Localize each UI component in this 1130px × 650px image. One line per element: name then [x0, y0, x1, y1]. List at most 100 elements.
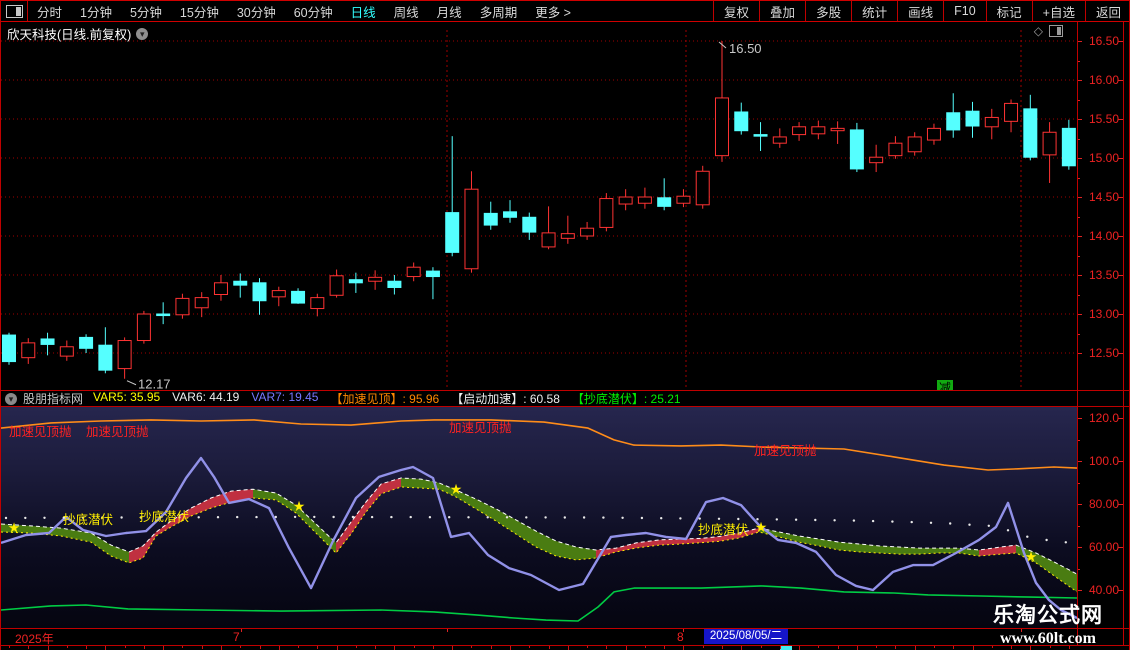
- svg-text:减: 减: [939, 381, 951, 390]
- svg-text:加速见顶抛: 加速见顶抛: [9, 424, 72, 439]
- pane-separator: [1, 406, 1130, 407]
- symbol-title: 欣天科技(日线.前复权): [7, 24, 131, 43]
- sliver-tick: [144, 646, 145, 649]
- sliver-tick: [182, 646, 183, 648]
- period-menu-item[interactable]: 30分钟: [228, 2, 285, 21]
- sliver-tick: [298, 646, 299, 648]
- candlestick-chart-pane[interactable]: 16.50 12.17 减 欣天科技(日线.前复权) ▾ ◇: [1, 22, 1077, 390]
- sliver-tick: [664, 646, 665, 649]
- period-menu-item[interactable]: 多周期: [471, 2, 527, 21]
- toolbar-action-button[interactable]: 标记: [986, 1, 1032, 21]
- month-label-august: 8: [677, 630, 684, 644]
- toolbar-action-button[interactable]: 画线: [897, 1, 943, 21]
- sliver-tick: [86, 646, 87, 649]
- period-menu-item[interactable]: 1分钟: [71, 2, 121, 21]
- sliver-tick: [568, 646, 569, 650]
- toolbar-action-button[interactable]: F10: [943, 1, 986, 21]
- sliver-tick: [876, 646, 877, 648]
- svg-text:★: ★: [8, 520, 21, 536]
- indicator-chart-pane[interactable]: ★★★★★加速见顶抛加速见顶抛加速见顶抛加速见顶抛抄底潜伏抄底潜伏抄底潜伏: [1, 407, 1077, 628]
- axis-border-line: [1077, 22, 1078, 646]
- svg-text:★: ★: [1025, 549, 1038, 565]
- split-window-icon[interactable]: [6, 5, 23, 18]
- sliver-tick: [260, 646, 261, 649]
- toolbar-action-button[interactable]: 复权: [713, 1, 759, 21]
- sliver-tick: [953, 646, 954, 649]
- sliver-tick: [973, 646, 974, 650]
- svg-text:12.17: 12.17: [138, 377, 171, 390]
- period-toolbar: 分时1分钟5分钟15分钟30分钟60分钟日线周线月线多周期更多 > 复权叠加多股…: [1, 0, 1130, 22]
- sliver-tick: [626, 646, 627, 650]
- indicator-value: VAR5: 35.95: [93, 390, 160, 407]
- sliver-tick: [549, 646, 550, 649]
- toolbar-left-group: 分时1分钟5分钟15分钟30分钟60分钟日线周线月线多周期更多 >: [1, 1, 580, 21]
- diamond-icon[interactable]: ◇: [1034, 25, 1043, 37]
- watermark-site-url: www.60lt.com: [983, 630, 1113, 648]
- symbol-title-row: 欣天科技(日线.前复权) ▾: [7, 24, 148, 43]
- indicator-header: ▾ 股朋指标网 VAR5: 35.95VAR6: 44.19VAR7: 19.4…: [1, 391, 1077, 406]
- sliver-tick: [895, 646, 896, 649]
- toolbar-action-button[interactable]: 统计: [851, 1, 897, 21]
- period-menu-item[interactable]: 15分钟: [171, 2, 228, 21]
- sliver-tick: [28, 646, 29, 649]
- sliver-tick: [414, 646, 415, 648]
- sliver-tick: [491, 646, 492, 649]
- indicator-value: VAR6: 44.19: [172, 390, 239, 407]
- toolbar-action-button[interactable]: 多股: [805, 1, 851, 21]
- period-menu-item[interactable]: 日线: [342, 2, 385, 21]
- indicator-value: 【加速见顶】: 95.96: [330, 390, 439, 407]
- toolbar-action-button[interactable]: 叠加: [759, 1, 805, 21]
- svg-text:加速见顶抛: 加速见顶抛: [754, 443, 817, 458]
- symbol-dropdown-icon[interactable]: ▾: [136, 28, 148, 40]
- period-menu-item[interactable]: 更多 >: [526, 2, 580, 21]
- sliver-tick: [48, 646, 49, 650]
- sliver-tick: [337, 646, 338, 650]
- svg-text:16.50: 16.50: [729, 41, 762, 56]
- sliver-tick: [471, 646, 472, 648]
- svg-text:★: ★: [755, 519, 768, 535]
- period-menu-item[interactable]: 60分钟: [285, 2, 342, 21]
- period-menu-item[interactable]: 分时: [28, 2, 71, 21]
- period-menu-item[interactable]: 月线: [428, 2, 471, 21]
- sliver-tick: [279, 646, 280, 650]
- sliver-tick: [105, 646, 106, 650]
- candlestick-chart: 16.50 12.17 减: [1, 22, 1077, 390]
- sliver-tick: [587, 646, 588, 648]
- sliver-tick: [221, 646, 222, 650]
- time-axis[interactable]: 2025年 7 8 2025/08/05/二: [1, 628, 1130, 646]
- sliver-tick: [780, 646, 781, 649]
- sliver-tick: [452, 646, 453, 650]
- period-menu-item[interactable]: 周线: [385, 2, 428, 21]
- pane-separator: [1, 390, 1130, 391]
- selected-date-badge: 2025/08/05/二: [704, 629, 788, 644]
- next-pane-sliver: [1, 646, 1130, 650]
- pane-separator: [1, 645, 1130, 646]
- toolbar-action-button[interactable]: 返回: [1085, 1, 1130, 21]
- trading-app-window: 分时1分钟5分钟15分钟30分钟60分钟日线周线月线多周期更多 > 复权叠加多股…: [0, 0, 1130, 650]
- indicator-values: VAR5: 35.95VAR6: 44.19VAR7: 19.45【加速见顶】:…: [93, 390, 693, 407]
- toolbar-action-button[interactable]: +自选: [1032, 1, 1085, 21]
- sliver-tick: [163, 646, 164, 650]
- month-label-july: 7: [233, 630, 240, 644]
- sliver-tick: [529, 646, 530, 648]
- period-menu-item[interactable]: 5分钟: [121, 2, 171, 21]
- sliver-tick: [433, 646, 434, 649]
- pane-split-icon[interactable]: [1049, 25, 1063, 37]
- indicator-chart: ★★★★★加速见顶抛加速见顶抛加速见顶抛加速见顶抛抄底潜伏抄底潜伏抄底潜伏: [1, 407, 1077, 628]
- period-menu: 分时1分钟5分钟15分钟30分钟60分钟日线周线月线多周期更多 >: [28, 2, 580, 21]
- sliver-tick: [915, 646, 916, 650]
- indicator-value: 【启动加速】: 60.58: [451, 390, 560, 407]
- svg-text:★: ★: [293, 498, 306, 514]
- sliver-tick: [125, 646, 126, 648]
- sliver-tick: [317, 646, 318, 649]
- indicator-value: 【抄底潜伏】: 25.21: [572, 390, 681, 407]
- pane-corner-icons: ◇: [1034, 25, 1063, 37]
- sliver-tick: [761, 646, 762, 648]
- sliver-tick: [645, 646, 646, 648]
- sliver-tick: [703, 646, 704, 648]
- sliver-tick: [67, 646, 68, 648]
- indicator-collapse-icon[interactable]: ▾: [5, 393, 17, 405]
- axis-border-line: [1123, 22, 1124, 646]
- watermark-site-name: 乐淘公式网: [983, 599, 1113, 629]
- sliver-tick: [683, 646, 684, 650]
